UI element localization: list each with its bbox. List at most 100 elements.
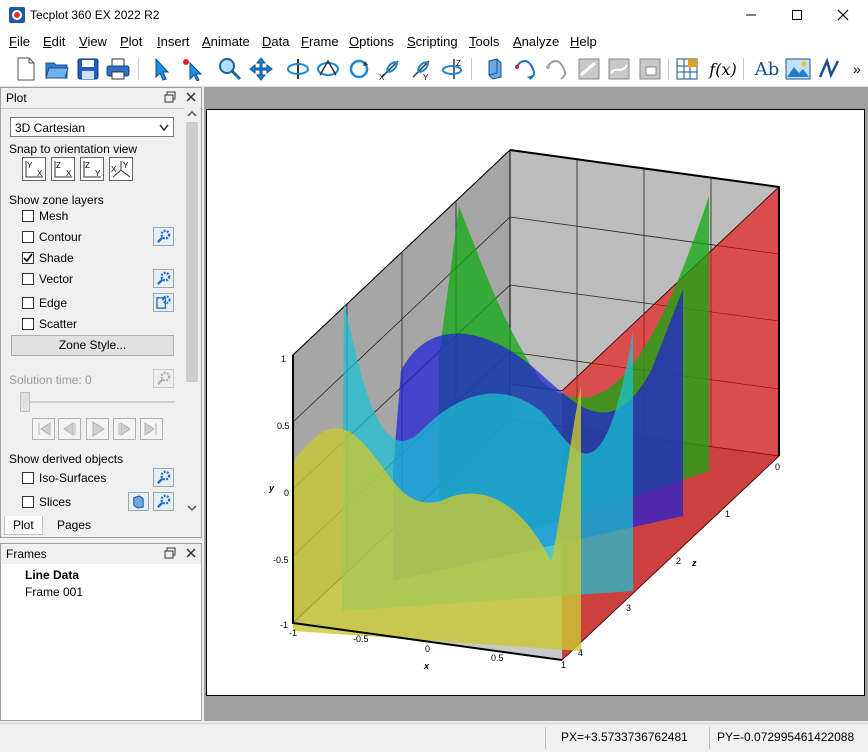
first-step-button[interactable] [32,418,55,440]
tab-pages[interactable]: Pages [49,516,99,535]
menu-animate[interactable]: Animate [202,34,250,49]
z-tick-label: 3 [626,603,631,613]
vector-settings-button[interactable] [153,269,174,288]
new-layout-button[interactable] [12,55,40,83]
plot-type-select[interactable]: 3D Cartesian [10,117,174,137]
rotate-twist-button[interactable] [345,55,373,83]
contour-checkbox[interactable] [22,231,34,243]
rotate-rollerball-button[interactable] [314,55,342,83]
solution-time-settings-button[interactable] [153,369,174,388]
polyline-button[interactable] [815,55,843,83]
contour-line-button[interactable] [605,55,633,83]
plot-3d-canvas[interactable]: 1 0.5 0 -0.5 -1 y -1 -0.5 0 0.5 1 x 0 1 … [206,109,781,671]
streamtrace-line-button[interactable] [543,55,571,83]
step-forward-button[interactable] [113,418,136,440]
vector-checkbox[interactable] [22,273,34,285]
last-step-button[interactable] [140,418,163,440]
rotate-x-button[interactable]: X [376,55,404,83]
scatter-label: Scatter [39,317,78,331]
plot-panel-scroll-thumb[interactable] [186,122,198,382]
toolbar-separator [743,58,744,80]
menu-insert[interactable]: Insert [157,34,190,49]
close-panel-icon[interactable] [185,91,197,103]
probe-button[interactable] [481,55,509,83]
rotate-spherical-button[interactable] [284,55,312,83]
rotate-y-button[interactable]: Y [407,55,435,83]
slices-settings-button[interactable] [153,492,174,511]
menu-tools[interactable]: Tools [469,34,499,49]
print-button[interactable] [104,55,132,83]
text-button[interactable]: Ab [753,55,781,83]
maximize-button[interactable] [774,0,820,30]
slice-tool-button[interactable] [128,492,149,511]
iso-surfaces-settings-button[interactable] [153,468,174,487]
plot-panel-title: Plot [6,91,27,105]
tecplot-logo-icon [9,7,25,23]
tab-plot[interactable]: Plot [4,516,43,535]
streamtrace-button[interactable] [512,55,540,83]
zoom-button[interactable] [216,55,244,83]
x-tick-label: 0.5 [491,653,504,663]
rotate-spherical-icon [287,59,309,79]
image-icon [785,58,811,80]
menu-edit[interactable]: Edit [43,34,65,49]
snap-xz-view-button[interactable]: ZX [51,157,75,181]
close-button[interactable] [820,0,866,30]
toolbar-separator [471,58,472,80]
menu-scripting[interactable]: Scripting [407,34,458,49]
menu-analyze[interactable]: Analyze [513,34,559,49]
time-slider-thumb[interactable] [20,392,30,412]
menu-view[interactable]: View [79,34,107,49]
step-back-button[interactable] [58,418,81,440]
toolbar-overflow-chevron[interactable]: » [853,61,861,77]
frames-panel-header: Frames [1,544,201,565]
translate-button[interactable] [247,55,275,83]
undock-icon[interactable] [164,91,176,103]
shade-checkbox[interactable] [22,252,34,264]
equation-button[interactable]: f(x) [709,55,737,83]
adjustor-button[interactable] [179,55,207,83]
menu-plot[interactable]: Plot [120,34,142,49]
play-button[interactable] [86,418,109,440]
gear-icon [157,271,171,285]
edge-settings-button[interactable] [153,293,174,312]
plot-frame[interactable]: 1 0.5 0 -0.5 -1 y -1 -0.5 0 0.5 1 x 0 1 … [206,109,865,696]
zone-style-toolbar-button[interactable] [673,55,701,83]
zoom-icon [219,58,242,81]
undock-icon[interactable] [164,547,176,559]
menu-options[interactable]: Options [349,34,394,49]
open-layout-button[interactable] [43,55,71,83]
snap-xy-view-button[interactable]: YX [22,157,46,181]
snap-3d-view-button[interactable]: XY [109,157,133,181]
edge-checkbox[interactable] [22,297,34,309]
x-axis-title: x [423,661,430,671]
page-name[interactable]: Line Data [25,568,79,582]
mesh-checkbox[interactable] [22,210,34,222]
rotate-rollerball-icon [317,59,339,76]
menu-data[interactable]: Data [262,34,289,49]
sidebar-tabs: Plot Pages [0,516,200,536]
slice-button[interactable] [575,55,603,83]
image-button[interactable] [784,55,812,83]
rotate-z-button[interactable]: Z [438,55,466,83]
menu-help[interactable]: Help [570,34,597,49]
checkmark-icon [23,253,33,263]
select-button[interactable] [147,55,175,83]
close-panel-icon[interactable] [185,547,197,559]
scatter-checkbox[interactable] [22,318,34,330]
zone-style-button[interactable]: Zone Style... [11,335,174,356]
contour-settings-button[interactable] [153,227,174,246]
iso-surfaces-checkbox[interactable] [22,472,34,484]
gear-icon [156,295,171,309]
plot-type-value: 3D Cartesian [15,121,86,135]
menu-file[interactable]: File [9,34,30,49]
time-slider-track[interactable] [20,401,175,403]
menu-frame[interactable]: Frame [301,34,339,49]
mesh-label: Mesh [39,209,69,223]
minimize-button[interactable] [728,0,774,30]
snap-yz-view-button[interactable]: ZY [80,157,104,181]
save-button[interactable] [74,55,102,83]
frame-list-item[interactable]: Frame 001 [25,585,83,599]
contour-label-button[interactable] [636,55,664,83]
slices-checkbox[interactable] [22,496,34,508]
